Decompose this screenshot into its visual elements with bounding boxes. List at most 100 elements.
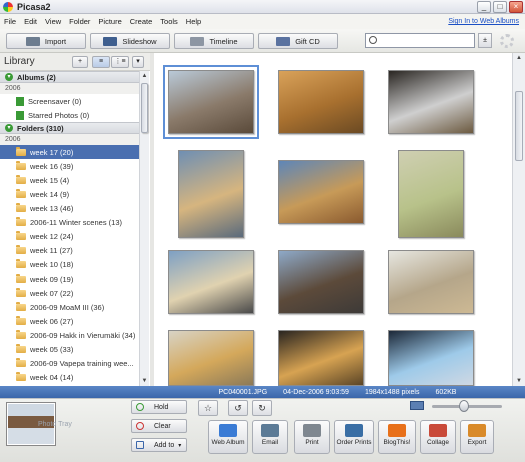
folder-icon <box>16 146 26 156</box>
email-button[interactable]: Email <box>252 420 288 454</box>
albums-year-label: 2006 <box>0 83 139 94</box>
photo-thumbnail[interactable] <box>278 250 364 314</box>
print-button[interactable]: Print <box>294 420 330 454</box>
menu-bar: File Edit View Folder Picture Create Too… <box>0 14 525 29</box>
close-button[interactable]: × <box>509 1 523 13</box>
order-prints-icon <box>345 424 363 437</box>
folder-item[interactable]: week 07 (22) <box>0 286 139 300</box>
folder-item[interactable]: week 06 (27) <box>0 314 139 328</box>
action-label: Export <box>467 439 487 446</box>
folder-item[interactable]: 2006-09 Hakk in Vierumäki (34) <box>0 328 139 342</box>
photo-thumbnail[interactable] <box>388 250 474 314</box>
search-options-button[interactable]: ± <box>478 33 492 48</box>
library-options-icon[interactable]: ▾ <box>132 56 144 68</box>
folder-item[interactable]: week 15 (4) <box>0 173 139 187</box>
scroll-up-icon[interactable]: ▲ <box>513 53 525 63</box>
flat-view-icon[interactable]: ≡ <box>92 56 110 68</box>
minimize-button[interactable]: _ <box>477 1 491 13</box>
new-album-button[interactable]: + <box>72 56 88 68</box>
grid-scrollbar[interactable]: ▲ ▼ <box>512 53 525 386</box>
add-to-button[interactable]: Add to ▾ <box>131 438 187 452</box>
photo-thumbnail[interactable] <box>168 330 254 386</box>
tree-view-icon[interactable]: ⋮≡ <box>111 56 129 68</box>
folder-item[interactable]: week 12 (24) <box>0 230 139 244</box>
collage-icon <box>429 424 447 437</box>
folder-item[interactable]: week 10 (18) <box>0 258 139 272</box>
photo-thumbnail[interactable] <box>388 70 474 134</box>
photo-thumbnail[interactable] <box>278 330 364 386</box>
collapse-toggle-icon[interactable]: ▾ <box>5 73 13 81</box>
gift-cd-button[interactable]: Gift CD <box>258 33 338 49</box>
scroll-down-icon[interactable]: ▼ <box>140 376 149 386</box>
photo-thumbnail[interactable] <box>398 150 464 238</box>
album-item[interactable]: Starred Photos (0) <box>0 108 139 122</box>
folder-icon <box>16 203 26 213</box>
grid-scroll-thumb[interactable] <box>515 91 523 161</box>
menu-picture[interactable]: Picture <box>98 17 121 26</box>
photo-thumbnail[interactable] <box>163 65 259 139</box>
folder-label: week 12 (24) <box>30 232 74 242</box>
menu-view[interactable]: View <box>45 17 61 26</box>
photo-thumbnail[interactable] <box>278 70 364 134</box>
folder-item[interactable]: 2006-11 Winter scenes (13) <box>0 216 139 230</box>
rotate-right-button[interactable]: ↻ <box>252 400 272 416</box>
albums-section-header[interactable]: ▾ Albums (2) <box>0 71 139 83</box>
thumbnail-size-slider-knob[interactable] <box>458 400 469 412</box>
gift-cd-icon <box>276 36 291 46</box>
menu-tools[interactable]: Tools <box>160 17 178 26</box>
timeline-button[interactable]: Timeline <box>174 33 254 49</box>
folder-icon <box>16 231 26 241</box>
clear-button[interactable]: Clear <box>131 419 187 433</box>
blogthis-button[interactable]: BlogThis! <box>378 420 416 454</box>
slideshow-button[interactable]: Slideshow <box>90 33 170 49</box>
collapse-toggle-icon[interactable]: ▾ <box>5 124 13 133</box>
scroll-up-icon[interactable]: ▲ <box>140 71 149 81</box>
library-scroll-thumb[interactable] <box>141 83 148 133</box>
rotate-left-button[interactable]: ↺ <box>228 400 248 416</box>
menu-file[interactable]: File <box>4 17 16 26</box>
photo-thumbnail[interactable] <box>388 330 474 386</box>
folder-item[interactable]: week 17 (20) <box>0 145 139 160</box>
folders-section-header[interactable]: ▾ Folders (310) <box>0 122 139 135</box>
folder-item[interactable]: 2006-09 MoaM III (36) <box>0 300 139 314</box>
menu-folder[interactable]: Folder <box>69 17 90 26</box>
collage-button[interactable]: Collage <box>420 420 456 454</box>
search-box[interactable] <box>365 33 475 48</box>
folder-item[interactable]: week 09 (19) <box>0 272 139 286</box>
sign-in-web-albums-link[interactable]: Sign In to Web Albums <box>448 18 519 25</box>
folder-item[interactable]: week 11 (27) <box>0 244 139 258</box>
export-icon <box>468 424 486 437</box>
folder-label: week 14 (9) <box>30 190 70 200</box>
folder-label: week 15 (4) <box>30 175 70 185</box>
hold-button[interactable]: Hold <box>131 400 187 414</box>
folder-item[interactable]: week 04 (14) <box>0 371 139 385</box>
photo-thumbnail[interactable] <box>178 150 244 238</box>
web-album-button[interactable]: Web Album <box>208 420 248 454</box>
folder-item[interactable]: week 14 (9) <box>0 187 139 201</box>
import-icon <box>25 36 40 46</box>
order-prints-button[interactable]: Order Prints <box>334 420 374 454</box>
zoom-thumbnail-icon <box>410 401 424 410</box>
folder-item[interactable]: week 13 (46) <box>0 202 139 216</box>
menu-create[interactable]: Create <box>130 17 153 26</box>
menu-edit[interactable]: Edit <box>24 17 37 26</box>
folder-label: week 05 (33) <box>30 345 74 355</box>
photo-thumbnail[interactable] <box>168 250 254 314</box>
folder-item[interactable]: 2006-09 Vapepa training wee... <box>0 357 139 371</box>
import-button[interactable]: Import <box>6 33 86 49</box>
window-title: Picasa2 <box>17 1 51 12</box>
folder-item[interactable]: week 05 (33) <box>0 343 139 357</box>
folder-item[interactable]: week 16 (39) <box>0 159 139 173</box>
maximize-button[interactable]: □ <box>493 1 507 13</box>
export-button[interactable]: Export <box>460 420 494 454</box>
scroll-down-icon[interactable]: ▼ <box>513 376 525 386</box>
search-input[interactable] <box>380 35 472 46</box>
album-item[interactable]: Screensaver (0) <box>0 94 139 108</box>
library-scrollbar[interactable]: ▲ ▼ <box>139 71 149 386</box>
folder-icon <box>16 329 26 339</box>
folders-header-label: Folders (310) <box>17 123 64 133</box>
star-button[interactable]: ☆ <box>198 400 218 416</box>
menu-help[interactable]: Help <box>186 17 201 26</box>
album-icon <box>16 96 24 106</box>
photo-thumbnail[interactable] <box>278 160 364 224</box>
